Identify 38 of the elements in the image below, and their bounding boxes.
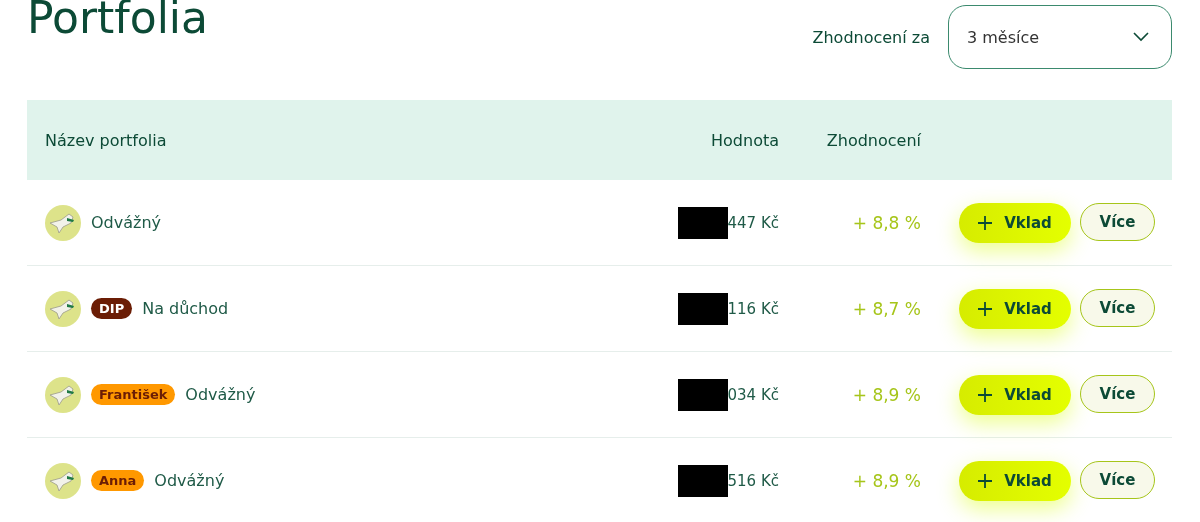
deposit-button[interactable]: Vklad — [959, 288, 1071, 329]
redaction-block — [677, 292, 728, 325]
redaction-block — [677, 378, 728, 411]
more-button[interactable]: Více — [1080, 460, 1155, 499]
portfolio-name: Na důchod — [142, 299, 229, 318]
column-header: Hodnota — [711, 130, 779, 150]
portfolio-value: 116 Kč — [727, 299, 779, 318]
owner-tag: Anna — [91, 470, 145, 491]
more-button[interactable]: Více — [1080, 202, 1155, 241]
portfolio-name: Odvážný — [91, 213, 162, 232]
portfolio-return: + 8,9 % — [852, 384, 921, 405]
chevron-down-icon — [1133, 32, 1149, 42]
redaction-block — [677, 464, 728, 497]
column-header: Název portfolia — [45, 130, 167, 150]
deposit-button[interactable]: Vklad — [959, 374, 1071, 415]
redaction-block — [677, 206, 728, 239]
plus-icon — [978, 301, 993, 316]
more-button[interactable]: Více — [1080, 374, 1155, 413]
deposit-button[interactable]: Vklad — [959, 460, 1071, 501]
period-dropdown[interactable]: 3 měsíce — [948, 5, 1172, 69]
portfolio-value: 516 Kč — [727, 471, 779, 490]
column-header: Zhodnocení — [826, 130, 921, 150]
period-label: Zhodnocení za — [812, 27, 930, 47]
plus-icon — [978, 387, 993, 402]
portfolio-return: + 8,9 % — [852, 470, 921, 491]
portfolio-value: 034 Kč — [727, 385, 779, 404]
more-button[interactable]: Více — [1080, 288, 1155, 327]
portfolio-return: + 8,7 % — [852, 298, 921, 319]
page-title: Portfolia — [27, 0, 209, 43]
deposit-button[interactable]: Vklad — [959, 202, 1071, 243]
owner-tag: František — [91, 384, 176, 405]
portfolio-name: Odvážný — [154, 471, 225, 490]
owner-tag: DIP — [91, 298, 133, 319]
plus-icon — [978, 215, 993, 230]
portfolio-name: Odvážný — [185, 385, 256, 404]
plus-icon — [978, 473, 993, 488]
portfolio-value: 447 Kč — [727, 213, 779, 232]
portfolio-return: + 8,8 % — [852, 212, 921, 233]
